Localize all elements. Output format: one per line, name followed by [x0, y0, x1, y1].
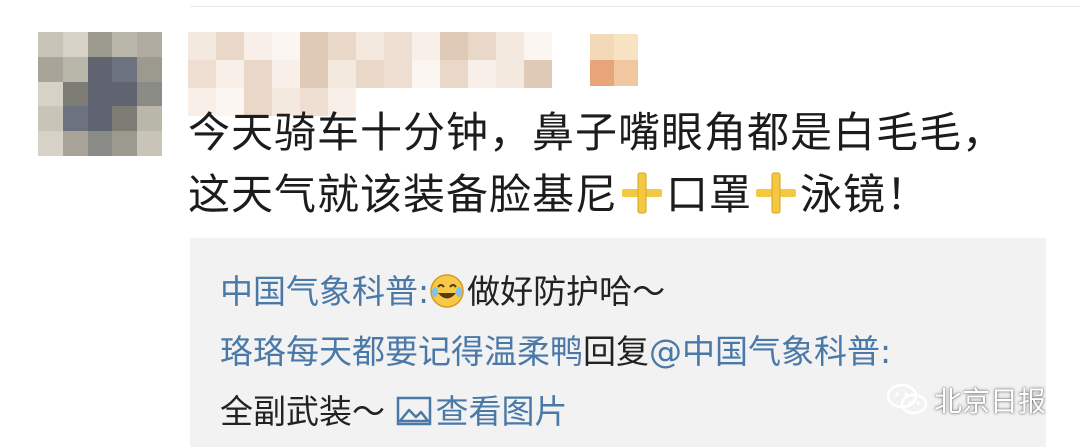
post-content: 今天骑车十分钟，鼻子嘴眼角都是白毛毛， 这天气就该装备脸基尼 口罩 泳镜！: [188, 102, 1068, 226]
username-blurred[interactable]: [188, 32, 558, 116]
user-badge-blurred: [590, 34, 638, 86]
post-line-2-part-a: 这天气就该装备脸基尼: [188, 170, 619, 219]
plus-icon: [622, 172, 663, 214]
post-line-2-part-c: 泳镜！: [800, 170, 930, 219]
reply-2-separator: :: [880, 332, 892, 371]
watermark-text: 北京日报: [933, 385, 1046, 418]
source-watermark: 北京日报: [886, 380, 1046, 420]
plus-icon: [756, 172, 797, 214]
reply-2-reply-word: 回复: [583, 332, 649, 371]
post-line-2-part-b: 口罩: [666, 170, 753, 219]
reply-1-text: 做好防护哈～: [467, 272, 666, 311]
crying-laughing-emoji-icon: [430, 274, 464, 308]
reply-2-mention[interactable]: @中国气象科普: [649, 332, 880, 371]
view-image-label: 查看图片: [435, 392, 568, 431]
post-line-2: 这天气就该装备脸基尼 口罩 泳镜！: [188, 164, 1068, 226]
reply-2-author[interactable]: 珞珞每天都要记得温柔鸭: [220, 332, 583, 371]
reply-1-author[interactable]: 中国气象科普: [220, 272, 418, 311]
avatar[interactable]: [38, 32, 162, 156]
reply-1-separator: :: [418, 272, 430, 311]
top-divider: [190, 6, 1080, 7]
reply-2-text: 全副武装～: [220, 392, 385, 431]
view-image-link[interactable]: 查看图片: [396, 392, 568, 431]
picture-icon: [396, 396, 431, 426]
reply-2: 珞珞每天都要记得温柔鸭回复@中国气象科普:: [220, 330, 891, 374]
reply-2-continued: 全副武装～ 查看图片: [220, 390, 568, 434]
reply-1: 中国气象科普: 做好防护哈～: [220, 270, 665, 314]
wechat-icon: [886, 383, 928, 415]
post-line-1: 今天骑车十分钟，鼻子嘴眼角都是白毛毛，: [188, 108, 1006, 157]
